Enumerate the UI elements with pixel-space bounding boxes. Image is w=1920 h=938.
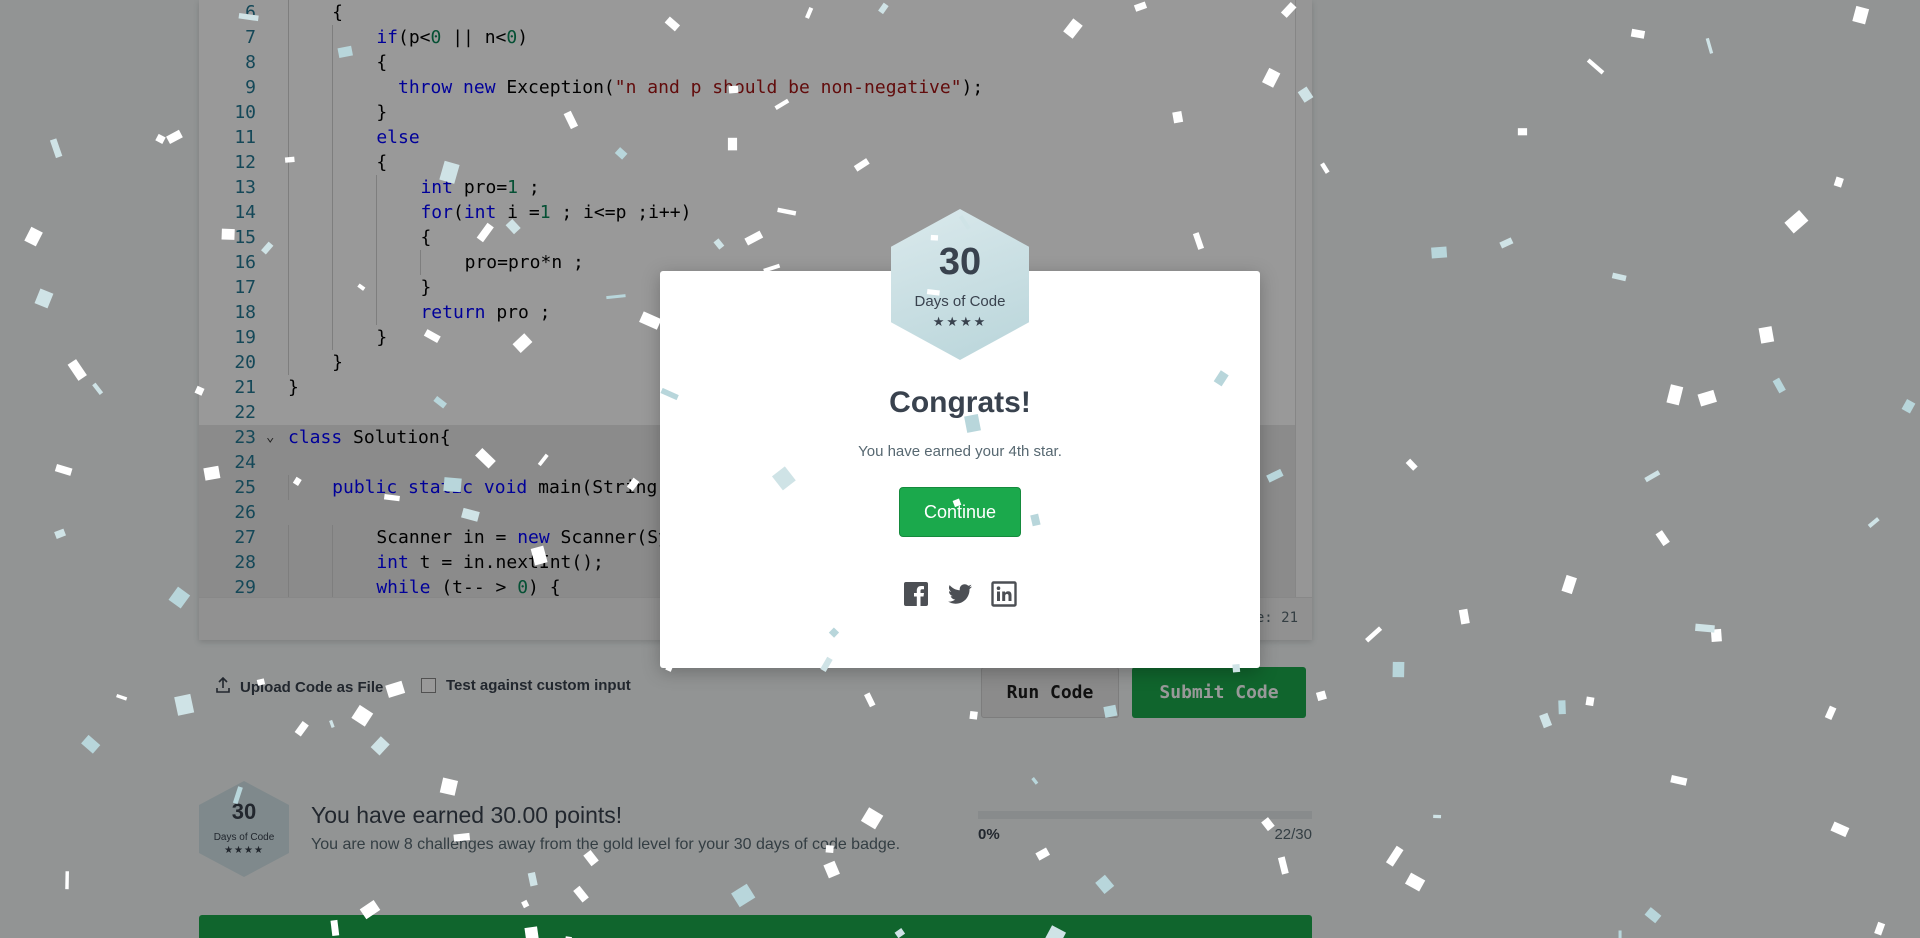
- twitter-icon[interactable]: [947, 581, 973, 607]
- share-buttons: [660, 581, 1260, 607]
- facebook-icon[interactable]: [903, 581, 929, 607]
- badge-stars: ★★★★: [932, 314, 988, 329]
- linkedin-icon[interactable]: [991, 581, 1017, 607]
- badge-number: 30: [938, 241, 982, 283]
- modal-title: Congrats!: [889, 386, 1031, 419]
- modal-message: You have earned your 4th star.: [858, 443, 1062, 460]
- continue-button[interactable]: Continue: [899, 487, 1021, 537]
- badge-label: Days of Code: [914, 293, 1006, 310]
